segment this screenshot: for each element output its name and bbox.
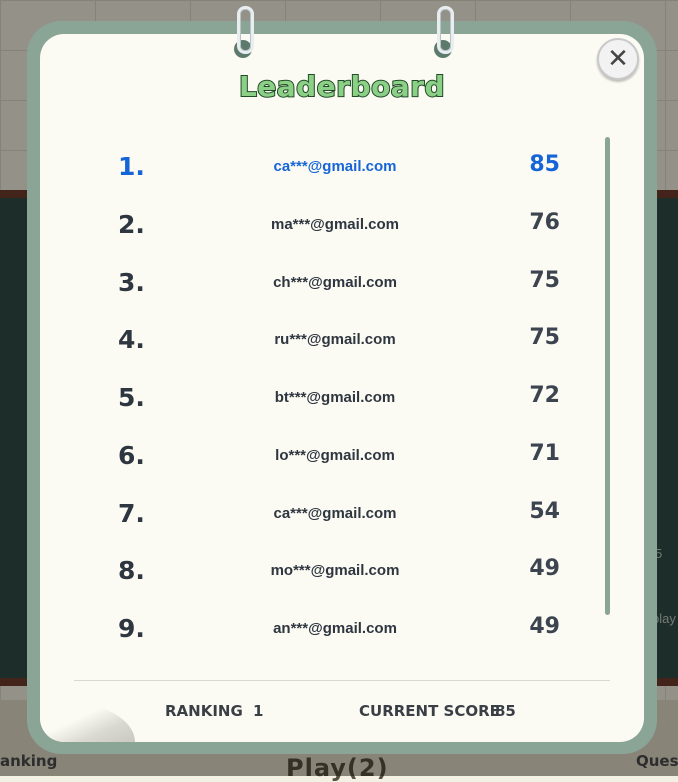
player-email: ma***@gmail.com [270,216,399,233]
leaderboard-row: 4. ru***@gmail.com 75 [40,319,644,377]
player-email: lo***@gmail.com [275,447,395,464]
current-score-value: 85 [495,702,516,720]
leaderboard-row: 1. ca***@gmail.com 85 [40,146,644,204]
close-icon: ✕ [607,44,629,74]
ranking-value: 1 [253,702,264,720]
rank-number: 9. [118,614,145,643]
player-email: ca***@gmail.com [273,505,397,522]
rank-number: 3. [118,268,145,297]
ranking-label: RANKING [165,702,243,720]
leaderboard-row: 8. mo***@gmail.com 49 [40,550,644,608]
player-email: an***@gmail.com [273,620,397,637]
leaderboard-row: 2. ma***@gmail.com 76 [40,204,644,262]
rank-number: 8. [118,556,145,585]
player-score: 54 [529,499,560,524]
footer-divider [74,680,610,681]
player-score: 71 [529,441,560,466]
leaderboard-row: 3. ch***@gmail.com 75 [40,262,644,320]
rank-number: 5. [118,383,145,412]
rank-number: 4. [118,325,145,354]
player-email: bt***@gmail.com [274,389,396,406]
player-email: mo***@gmail.com [270,562,400,579]
current-score-label: CURRENT SCORE [359,702,500,720]
player-score: 72 [529,383,560,408]
player-email: ch***@gmail.com [273,274,397,291]
leaderboard-scrollbar[interactable] [605,137,610,615]
leaderboard-row: 6. lo***@gmail.com 71 [40,435,644,493]
player-score: 76 [529,210,560,235]
leaderboard-title: Leaderboard [238,69,446,104]
binder-ring-right [434,6,454,58]
player-score: 49 [529,556,560,581]
rank-number: 6. [118,441,145,470]
page-curl [40,702,135,742]
close-button[interactable]: ✕ [597,38,639,80]
leaderboard-row: 9. an***@gmail.com 49 [40,608,644,666]
player-score: 49 [529,614,560,639]
leaderboard-row: 5. bt***@gmail.com 72 [40,377,644,435]
player-email: ru***@gmail.com [274,331,396,348]
rank-number: 2. [118,210,145,239]
player-email: ca***@gmail.com [273,158,397,175]
rank-number: 1. [118,152,145,181]
player-score: 75 [529,325,560,350]
binder-ring-left [234,6,254,58]
rank-number: 7. [118,499,145,528]
player-score: 85 [529,152,560,177]
leaderboard-row: 7. ca***@gmail.com 54 [40,493,644,551]
player-score: 75 [529,268,560,293]
